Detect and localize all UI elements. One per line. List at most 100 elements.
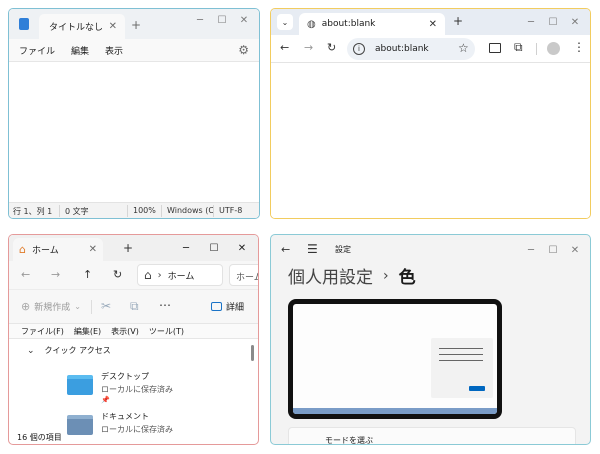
browser-toolbar: ← → ↻ i about:blank ☆ ⧉ ⋮ [271, 35, 590, 63]
window-controls: ─ ☐ ✕ [189, 9, 255, 31]
chevron-down-icon: ⌄ [27, 345, 35, 356]
close-icon[interactable]: ✕ [89, 244, 97, 255]
forward-icon[interactable]: → [304, 41, 313, 54]
scrollbar[interactable] [251, 345, 254, 361]
menu-edit[interactable]: 編集 [71, 44, 89, 57]
home-icon: ⌂ [19, 243, 26, 256]
chevron-right-icon: › [383, 267, 389, 284]
forward-icon[interactable]: → [51, 268, 60, 281]
back-icon[interactable]: ← [21, 268, 30, 281]
browser-tab-title: about:blank [321, 19, 376, 29]
explorer-window: ⌂ ホーム ✕ + ─ ☐ ✕ ← → ↑ ↻ ⌂ › ホーム ホームの ⊕ 新… [8, 234, 259, 445]
more-menu-icon[interactable]: ⋮ [573, 40, 585, 54]
close-window-icon[interactable]: ✕ [233, 9, 255, 31]
notepad-app-icon [19, 18, 29, 30]
search-placeholder: ホームの [236, 273, 258, 283]
details-button[interactable]: 詳細 [211, 300, 244, 313]
minimize-icon[interactable]: ─ [520, 11, 542, 33]
address-text: about:blank [375, 44, 429, 54]
close-icon[interactable]: ✕ [429, 19, 437, 30]
breadcrumb-current: 色 [398, 268, 416, 288]
notepad-tabbar: タイトルなし ✕ + ─ ☐ ✕ [9, 9, 259, 39]
menu-file[interactable]: ファイル [19, 44, 55, 57]
window-controls: ─ ☐ ✕ [520, 239, 586, 261]
preview-window [431, 338, 493, 398]
notepad-text-area[interactable] [9, 61, 259, 202]
new-button[interactable]: ⊕ 新規作成 ⌄ [21, 300, 81, 313]
address-bar[interactable]: i about:blank [347, 38, 475, 60]
browser-page-content[interactable] [271, 63, 590, 218]
extensions-icon[interactable]: ⧉ [514, 40, 523, 55]
back-icon[interactable]: ← [281, 243, 290, 256]
close-icon[interactable]: ✕ [109, 21, 117, 32]
menu-view[interactable]: 表示(V) [111, 326, 139, 337]
menu-view[interactable]: 表示 [105, 44, 123, 57]
pin-icon: 📌 [101, 396, 110, 404]
theme-preview [288, 299, 502, 419]
notepad-menubar: ファイル 編集 表示 ⚙ [9, 39, 259, 61]
explorer-command-bar: ⊕ 新規作成 ⌄ ✂ ⧉ ⋯ 詳細 [9, 289, 258, 323]
maximize-icon[interactable]: ☐ [200, 237, 228, 259]
window-controls: ─ ☐ ✕ [520, 11, 586, 33]
new-icon: ⊕ [21, 300, 31, 313]
minimize-icon[interactable]: ─ [189, 9, 211, 31]
copy-icon[interactable]: ⧉ [130, 299, 139, 314]
menu-edit[interactable]: 編集(E) [74, 326, 101, 337]
cut-icon[interactable]: ✂ [101, 299, 111, 313]
refresh-icon[interactable]: ↻ [113, 268, 122, 281]
quick-access-label: クイック アクセス [44, 346, 111, 355]
new-tab-icon[interactable]: + [453, 14, 463, 28]
back-icon[interactable]: ← [280, 41, 289, 54]
home-outline-icon: ⌂ [144, 268, 152, 282]
minimize-icon[interactable]: ─ [520, 239, 542, 261]
status-zoom: 100% [133, 206, 156, 215]
status-position: 行 1、列 1 [13, 207, 53, 216]
mode-card[interactable]: モードを選ぶ [288, 427, 576, 445]
maximize-icon[interactable]: ☐ [211, 9, 233, 31]
new-tab-icon[interactable]: + [131, 18, 141, 32]
notepad-statusbar: 行 1、列 1 0 文字 100% Windows (C UTF-8 [9, 202, 259, 218]
close-window-icon[interactable]: ✕ [564, 11, 586, 33]
reading-list-icon[interactable] [489, 43, 501, 53]
new-button-label: 新規作成 [34, 303, 71, 313]
site-info-icon[interactable]: i [353, 43, 365, 55]
close-window-icon[interactable]: ✕ [564, 239, 586, 261]
hamburger-menu-icon[interactable]: ☰ [307, 242, 318, 256]
desktop-folder-icon [67, 375, 93, 395]
mode-label: モードを選ぶ [325, 436, 373, 445]
maximize-icon[interactable]: ☐ [542, 11, 564, 33]
item-sub: ローカルに保存済み [101, 385, 173, 394]
up-icon[interactable]: ↑ [83, 268, 92, 281]
more-icon[interactable]: ⋯ [159, 298, 171, 312]
breadcrumb-parent[interactable]: 個人用設定 [288, 263, 373, 288]
explorer-tab[interactable]: ⌂ ホーム ✕ [13, 238, 103, 261]
globe-icon: ◍ [307, 18, 316, 30]
browser-tab[interactable]: ◍ about:blank ✕ [299, 13, 445, 35]
profile-avatar-icon[interactable] [547, 42, 560, 55]
menu-tools[interactable]: ツール(T) [149, 326, 184, 337]
search-box[interactable]: ホームの [229, 264, 258, 286]
breadcrumb[interactable]: ホーム [168, 269, 195, 282]
bookmark-star-icon[interactable]: ☆ [458, 41, 469, 55]
browser-tabbar: ⌄ ◍ about:blank ✕ + ─ ☐ ✕ [271, 9, 590, 35]
minimize-icon[interactable]: ─ [172, 237, 200, 259]
gear-icon[interactable]: ⚙ [238, 43, 249, 57]
notepad-window: タイトルなし ✕ + ─ ☐ ✕ ファイル 編集 表示 ⚙ 行 1、列 1 0 … [8, 8, 260, 219]
address-bar[interactable]: ⌂ › ホーム [137, 264, 223, 286]
notepad-tab-title: タイトルなし [49, 23, 104, 33]
toolbar-divider [536, 43, 537, 55]
close-window-icon[interactable]: ✕ [228, 237, 256, 259]
new-tab-icon[interactable]: + [123, 241, 133, 255]
status-line-ending: Windows (C [167, 206, 214, 215]
item-name: デスクトップ [101, 372, 149, 381]
quick-access-header[interactable]: ⌄ クイック アクセス [27, 345, 111, 356]
maximize-icon[interactable]: ☐ [542, 239, 564, 261]
preview-screen [293, 304, 497, 414]
settings-window: ← ☰ 設定 ─ ☐ ✕ 個人用設定 › 色 モードを選ぶ [270, 234, 591, 445]
notepad-tab[interactable]: タイトルなし ✕ [39, 14, 125, 39]
tab-search-icon[interactable]: ⌄ [277, 14, 293, 30]
details-pane-icon [211, 302, 222, 311]
menu-file[interactable]: ファイル(F) [21, 326, 64, 337]
item-count: 16 個の項目 [17, 433, 62, 442]
reload-icon[interactable]: ↻ [327, 41, 336, 54]
